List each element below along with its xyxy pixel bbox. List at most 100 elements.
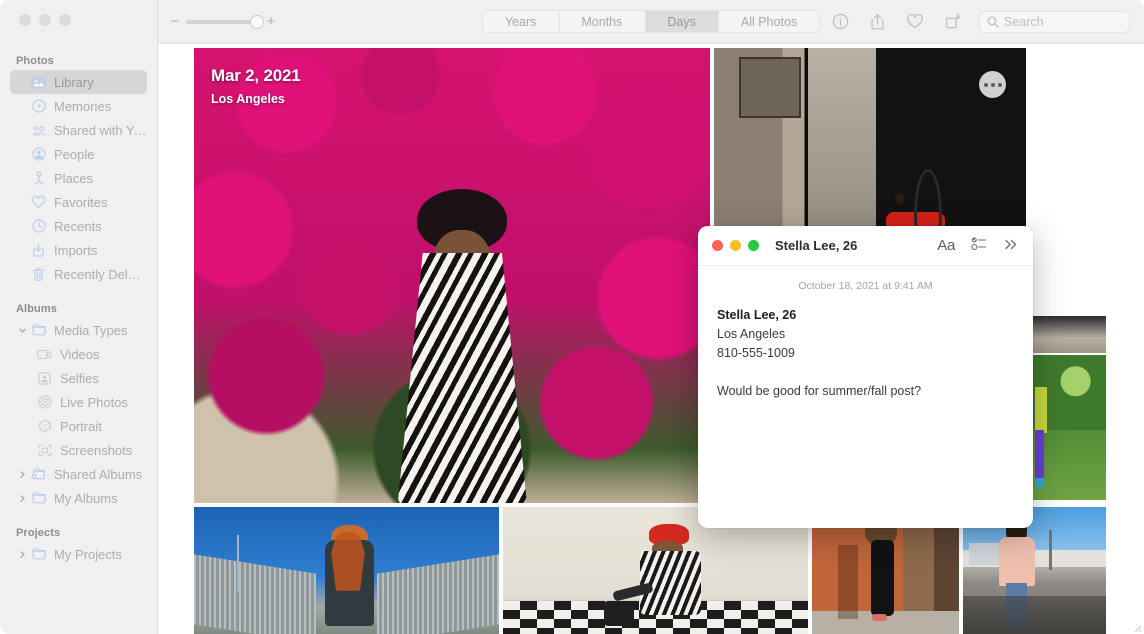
sidebar-item-my-albums[interactable]: My Albums [10, 486, 147, 510]
sidebar-item-label: Places [54, 170, 94, 186]
notes-window[interactable]: Stella Lee, 26 Aa October 18, 2021 at 9:… [698, 226, 1033, 528]
sidebar-item-label: Recents [54, 218, 102, 234]
format-aa-icon[interactable]: Aa [937, 237, 955, 254]
sidebar-item-my-projects[interactable]: My Projects [10, 542, 147, 566]
sidebar-item-media-types[interactable]: Media Types [10, 318, 147, 342]
zoom-button[interactable] [59, 14, 71, 26]
chevron-right-icon[interactable] [16, 550, 28, 559]
live-photos-icon [36, 394, 53, 410]
search-field[interactable]: Search [979, 10, 1130, 33]
zoom-slider-track[interactable] [186, 14, 264, 29]
tab-all-photos[interactable]: All Photos [719, 11, 819, 32]
zoom-out-button[interactable]: − [170, 14, 180, 29]
search-icon [987, 16, 999, 28]
close-button[interactable] [19, 14, 31, 26]
sidebar-item-label: Videos [60, 346, 100, 362]
favorites-heart-icon [30, 194, 47, 210]
sidebar-item-videos[interactable]: Videos [10, 342, 147, 366]
notes-toolbar-actions: Aa [937, 236, 1019, 256]
sidebar-item-live-photos[interactable]: Live Photos [10, 390, 147, 414]
trash-icon [30, 266, 47, 282]
sidebar-item-imports[interactable]: Imports [10, 238, 147, 262]
sidebar-item-favorites[interactable]: Favorites [10, 190, 147, 214]
info-icon[interactable] [832, 13, 849, 30]
window-resize-handle[interactable] [1130, 620, 1142, 633]
note-line: Would be good for summer/fall post? [717, 384, 922, 398]
search-placeholder: Search [1004, 14, 1044, 29]
shared-albums-icon [30, 466, 47, 482]
sidebar-item-label: Shared Albums [54, 466, 143, 482]
sidebar-item-label: Live Photos [60, 394, 128, 410]
notes-close-button[interactable] [712, 240, 723, 251]
notes-titlebar: Stella Lee, 26 Aa [698, 226, 1033, 266]
sidebar-item-shared-with-you[interactable]: Shared with You [10, 118, 147, 142]
notes-title: Stella Lee, 26 [775, 238, 858, 253]
toolbar: − + Years Months Days All Photos Search [158, 0, 1144, 44]
favorite-heart-icon[interactable] [906, 13, 924, 30]
share-icon[interactable] [869, 13, 886, 31]
tab-months[interactable]: Months [559, 11, 646, 32]
photo-woman-bridge[interactable] [194, 507, 499, 634]
photo-woman-bougainvillea[interactable]: Mar 2, 2021 Los Angeles [194, 48, 710, 503]
sidebar-item-portrait[interactable]: Portrait [10, 414, 147, 438]
zoom-in-button[interactable]: + [266, 14, 276, 29]
sidebar-item-places[interactable]: Places [10, 166, 147, 190]
recents-clock-icon [30, 218, 47, 234]
portrait-icon [36, 418, 53, 434]
sidebar-item-library[interactable]: Library [10, 70, 147, 94]
sidebar-item-label: Screenshots [60, 442, 133, 458]
sidebar-item-screenshots[interactable]: Screenshots [10, 438, 147, 462]
chevron-down-icon[interactable] [16, 326, 28, 335]
photo-right-column-sliver[interactable] [1030, 316, 1106, 353]
video-icon [36, 346, 53, 362]
rotate-icon[interactable] [944, 13, 961, 30]
photo-person-green-yard[interactable] [1030, 355, 1106, 500]
sidebar-item-shared-albums[interactable]: Shared Albums [10, 462, 147, 486]
screenshots-icon [36, 442, 53, 458]
folder-icon [30, 322, 47, 338]
people-icon [30, 146, 47, 162]
sidebar-item-label: Imports [54, 242, 98, 258]
folder-icon [30, 546, 47, 562]
sidebar-item-label: My Projects [54, 546, 122, 562]
sidebar-section-gap [0, 510, 157, 523]
chevron-right-icon[interactable] [16, 494, 28, 503]
sidebar-item-selfies[interactable]: Selfies [10, 366, 147, 390]
sidebar-item-people[interactable]: People [10, 142, 147, 166]
notes-body[interactable]: October 18, 2021 at 9:41 AM Stella Lee, … [698, 266, 1033, 401]
sidebar-item-label: Shared with You [54, 122, 147, 138]
notes-traffic-lights [712, 240, 759, 251]
view-mode-segmented-control[interactable]: Years Months Days All Photos [481, 10, 821, 33]
tab-days[interactable]: Days [645, 11, 719, 32]
shared-with-you-icon [30, 122, 47, 138]
zoom-slider-knob[interactable] [250, 14, 264, 29]
sidebar-section-title-photos: Photos [16, 55, 54, 67]
tab-years[interactable]: Years [483, 11, 560, 32]
selfies-icon [36, 370, 53, 386]
minimize-button[interactable] [39, 14, 51, 26]
places-icon [30, 170, 47, 186]
sidebar-item-label: Selfies [60, 370, 100, 386]
chevrons-right-icon[interactable] [1003, 238, 1019, 254]
notes-minimize-button[interactable] [730, 240, 741, 251]
note-text-content[interactable]: Stella Lee, 26 Los Angeles 810-555-1009 Wou… [717, 306, 1014, 401]
toolbar-actions: Search [832, 10, 1130, 33]
folder-icon [30, 490, 47, 506]
checklist-icon[interactable] [971, 236, 987, 256]
photos-app-window: Photos Library Memories Shared with You Peop… [0, 0, 1144, 634]
day-header-date: Mar 2, 2021 [211, 66, 301, 85]
note-line: Los Angeles [717, 327, 786, 341]
sidebar-item-label: People [54, 146, 95, 162]
note-line: Stella Lee, 26 [717, 308, 797, 322]
sidebar-item-recents[interactable]: Recents [10, 214, 147, 238]
chevron-right-icon[interactable] [16, 470, 28, 479]
sidebar-list[interactable]: Photos Library Memories Shared with You Peop… [0, 40, 157, 566]
memories-icon [30, 98, 47, 114]
sidebar-section-title-albums: Albums [16, 303, 57, 315]
more-options-button[interactable] [979, 71, 1006, 98]
sidebar-item-recently-deleted[interactable]: Recently Deleted [10, 262, 147, 286]
library-icon [30, 74, 47, 90]
zoom-slider-control[interactable]: − + [170, 14, 276, 29]
notes-zoom-button[interactable] [748, 240, 759, 251]
sidebar-item-memories[interactable]: Memories [10, 94, 147, 118]
